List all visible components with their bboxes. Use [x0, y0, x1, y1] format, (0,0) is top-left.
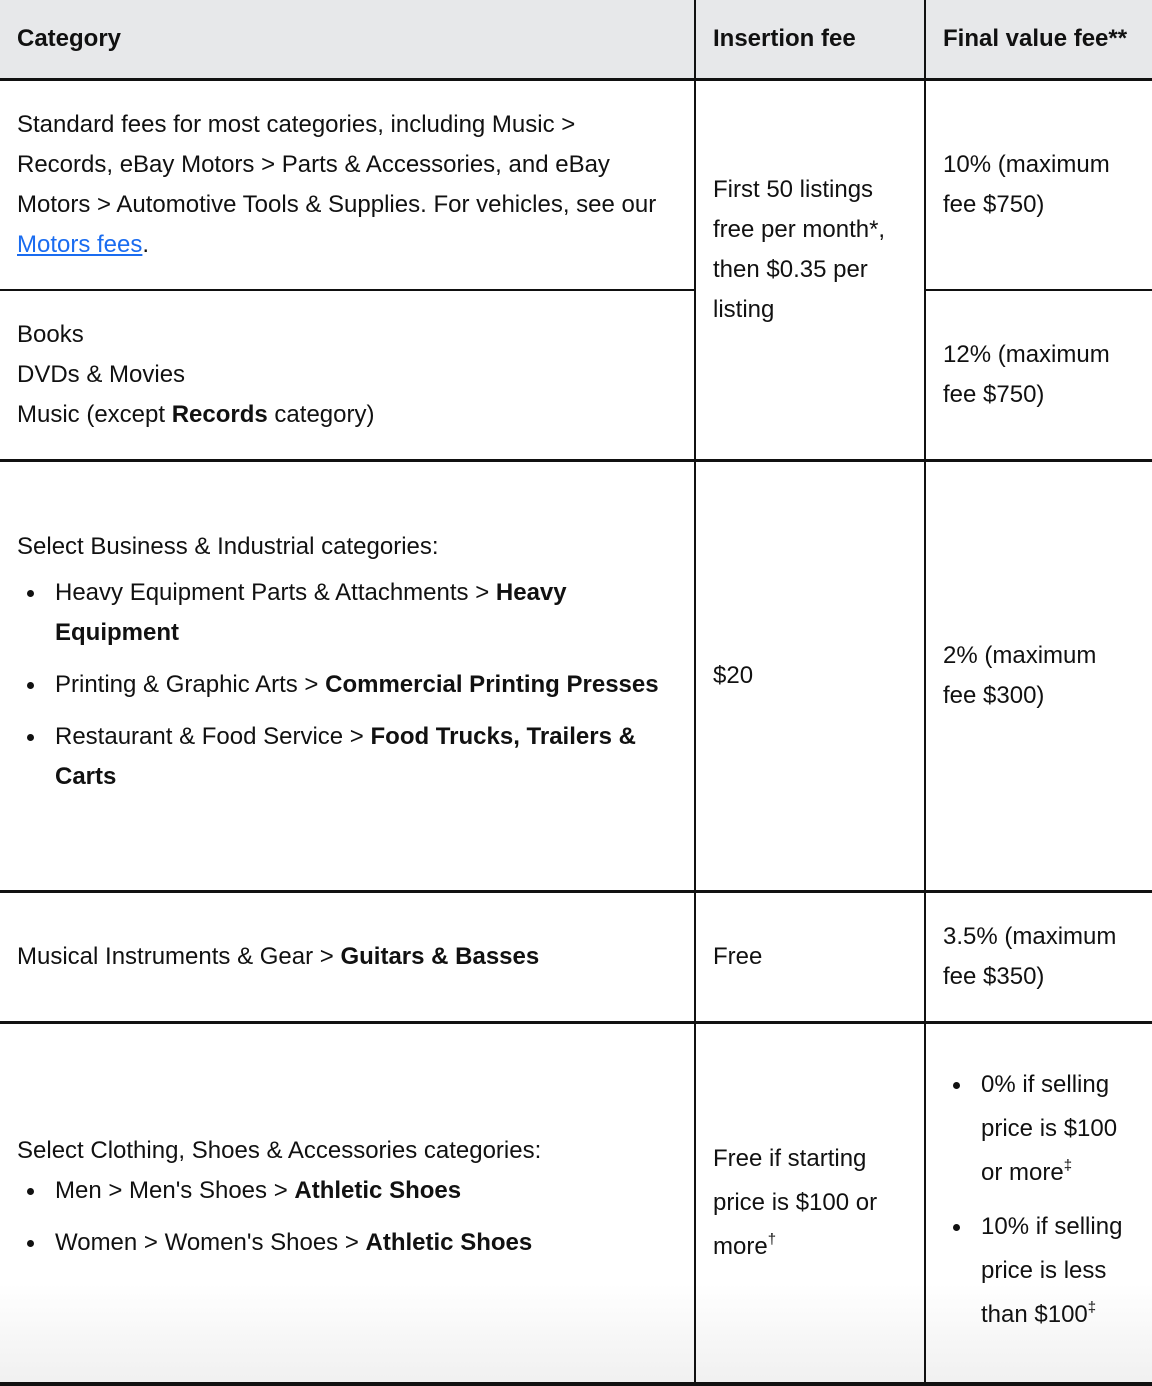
final-value-fee-cell: 12% (maximum fee $750) [924, 290, 1152, 462]
category-line-books: Books [17, 321, 84, 348]
final-value-list: 0% if selling price is $100 or more‡ 10%… [943, 1063, 1135, 1337]
double-dagger-mark: ‡ [1087, 1299, 1097, 1316]
insertion-fee-cell: First 50 listings free per month*, then … [694, 79, 925, 462]
list-item: 0% if selling price is $100 or more‡ [953, 1063, 1135, 1195]
header-final-value-fee: Final value fee** [924, 0, 1152, 81]
item-bold: Commercial Printing Presses [325, 671, 659, 698]
insertion-fee-cell: Free if starting price is $100 or more† [694, 1022, 925, 1386]
records-bold: Records [171, 401, 268, 428]
list-item: Men > Men's Shoes > Athletic Shoes [27, 1171, 677, 1211]
category-intro: Select Clothing, Shoes & Accessories cat… [17, 1137, 542, 1164]
list-item: Heavy Equipment Parts & Attachments > He… [27, 573, 677, 653]
category-cell: Select Clothing, Shoes & Accessories cat… [0, 1022, 695, 1386]
item-bold: Athletic Shoes [294, 1177, 462, 1204]
header-category: Category [0, 0, 695, 81]
insertion-fee-cell: Free [694, 891, 925, 1024]
double-dagger-mark: ‡ [1063, 1157, 1073, 1174]
dagger-mark: † [767, 1231, 777, 1248]
category-cell: Musical Instruments & Gear > Guitars & B… [0, 891, 695, 1024]
list-item: Restaurant & Food Service > Food Trucks,… [27, 717, 677, 797]
table-header: Category Insertion fee Final value fee** [0, 0, 1152, 81]
final-value-fee-cell: 3.5% (maximum fee $350) [924, 891, 1152, 1024]
category-trailing: . [142, 231, 150, 258]
item-path: Printing & Graphic Arts > [55, 671, 326, 698]
category-path: Musical Instruments & Gear > [17, 943, 341, 970]
item-path: Men > Men's Shoes > [55, 1177, 295, 1204]
insertion-fee-cell: $20 [694, 460, 925, 893]
motors-fees-link[interactable]: Motors fees [17, 231, 142, 258]
item-path: Women > Women's Shoes > [55, 1229, 366, 1256]
fee-table: Category Insertion fee Final value fee**… [0, 0, 1152, 1386]
category-line-dvds: DVDs & Movies [17, 361, 186, 388]
table-row: Select Clothing, Shoes & Accessories cat… [0, 1022, 1152, 1386]
item-path: Heavy Equipment Parts & Attachments > [55, 579, 496, 606]
category-cell: Select Business & Industrial categories:… [0, 460, 695, 893]
category-cell: Books DVDs & Movies Music (except Record… [0, 290, 695, 462]
final-value-fee-cell: 0% if selling price is $100 or more‡ 10%… [924, 1022, 1152, 1386]
category-intro: Select Business & Industrial categories: [17, 533, 439, 560]
category-line-music: Music (except Records category) [17, 395, 677, 435]
fv-text: 10% if selling price is less than $100 [981, 1213, 1123, 1328]
category-list: Heavy Equipment Parts & Attachments > He… [17, 573, 677, 797]
list-item: Printing & Graphic Arts > Commercial Pri… [27, 665, 677, 705]
table-row: Standard fees for most categories, inclu… [0, 79, 1152, 462]
insertion-fee-text: Free if starting price is $100 or more [713, 1145, 878, 1260]
music-suffix: category) [267, 401, 375, 428]
header-row: Category Insertion fee Final value fee** [0, 0, 1152, 81]
music-prefix: Music (except [17, 401, 172, 428]
header-insertion-fee: Insertion fee [694, 0, 925, 81]
table-row: Select Business & Industrial categories:… [0, 460, 1152, 893]
list-item: 10% if selling price is less than $100‡ [953, 1205, 1135, 1337]
category-text: Standard fees for most categories, inclu… [17, 111, 657, 218]
item-path: Restaurant & Food Service > [55, 723, 371, 750]
category-bold: Guitars & Basses [340, 943, 540, 970]
item-bold: Athletic Shoes [365, 1229, 533, 1256]
fv-text: 0% if selling price is $100 or more [981, 1071, 1118, 1186]
table-row: Books DVDs & Movies Music (except Record… [0, 290, 1152, 462]
category-cell: Standard fees for most categories, inclu… [0, 79, 695, 291]
table-row: Musical Instruments & Gear > Guitars & B… [0, 891, 1152, 1024]
list-item: Women > Women's Shoes > Athletic Shoes [27, 1223, 677, 1263]
category-list: Men > Men's Shoes > Athletic Shoes Women… [17, 1171, 677, 1263]
final-value-fee-cell: 10% (maximum fee $750) [924, 79, 1152, 291]
final-value-fee-cell: 2% (maximum fee $300) [924, 460, 1152, 893]
